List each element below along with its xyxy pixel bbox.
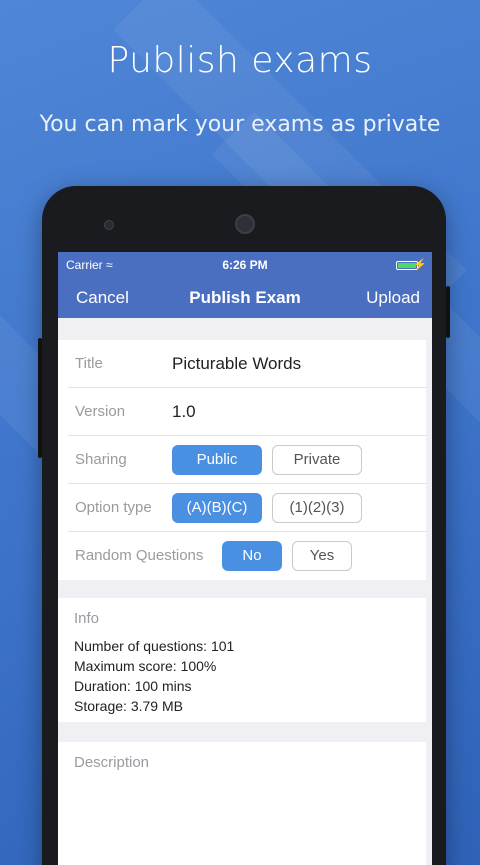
status-time: 6:26 PM: [222, 258, 268, 272]
app-screen: Carrier ≈ 6:26 PM ⚡ Cancel Publish Exam …: [58, 252, 432, 865]
exam-settings-form: Title Picturable Words Version 1.0 Shari…: [58, 340, 426, 580]
option-type-numbers-button[interactable]: (1)(2)(3): [272, 493, 362, 523]
option-type-row: Option type (A)(B)(C) (1)(2)(3): [68, 484, 426, 532]
option-type-label: Option type: [75, 499, 152, 516]
sharing-public-button[interactable]: Public: [172, 445, 262, 475]
random-no-button[interactable]: No: [222, 541, 282, 571]
info-title: Info: [74, 610, 100, 627]
promo-headline: Publish exams: [107, 40, 373, 81]
charging-icon: ⚡: [413, 259, 427, 271]
description-label: Description: [74, 754, 150, 771]
info-duration: Duration: 100 mins: [74, 678, 192, 694]
info-storage: Storage: 3.79 MB: [74, 698, 183, 714]
sharing-label: Sharing: [75, 451, 127, 468]
upload-button[interactable]: Upload: [366, 288, 420, 308]
info-card: Info Number of questions: 101 Maximum sc…: [58, 598, 426, 722]
info-max-score: Maximum score: 100%: [74, 658, 217, 674]
title-field[interactable]: Picturable Words: [172, 354, 301, 374]
random-questions-row: Random Questions No Yes: [68, 532, 426, 580]
phone-frame: Carrier ≈ 6:26 PM ⚡ Cancel Publish Exam …: [38, 186, 450, 865]
phone-sensor-icon: [104, 220, 114, 230]
info-list: Number of questions: 101 Maximum score: …: [74, 636, 234, 716]
version-field[interactable]: 1.0: [172, 402, 196, 422]
title-row[interactable]: Title Picturable Words: [68, 340, 426, 388]
status-bar: Carrier ≈ 6:26 PM ⚡: [58, 258, 432, 274]
option-type-letters-button[interactable]: (A)(B)(C): [172, 493, 262, 523]
random-questions-label: Random Questions: [75, 547, 204, 564]
phone-power-button: [446, 286, 450, 338]
phone-camera-icon: [235, 214, 255, 234]
version-row[interactable]: Version 1.0: [68, 388, 426, 436]
description-field[interactable]: Description: [58, 742, 426, 865]
info-question-count: Number of questions: 101: [74, 638, 235, 654]
version-label: Version: [75, 403, 126, 420]
phone-side-button: [38, 338, 42, 458]
sharing-private-button[interactable]: Private: [272, 445, 362, 475]
promo-subhead: You can mark your exams as private: [39, 112, 441, 137]
navigation-bar: Carrier ≈ 6:26 PM ⚡ Cancel Publish Exam …: [58, 252, 432, 318]
title-label: Title: [75, 355, 103, 372]
sharing-row: Sharing Public Private: [68, 436, 426, 484]
random-yes-button[interactable]: Yes: [292, 541, 352, 571]
